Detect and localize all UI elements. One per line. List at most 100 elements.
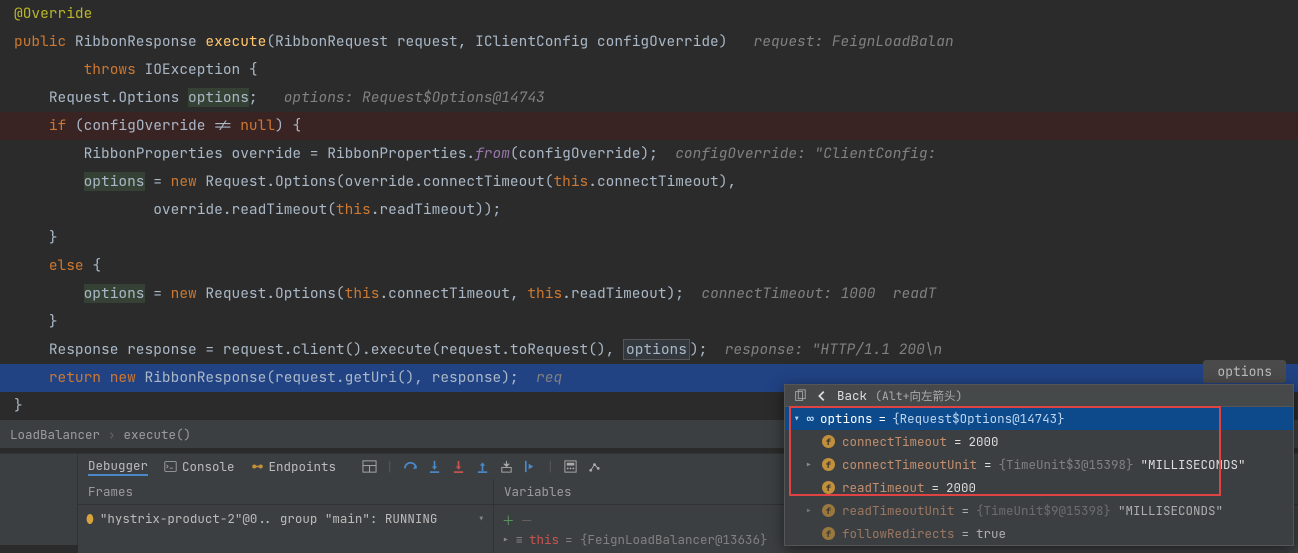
type-request-options: Request.Options — [49, 88, 180, 107]
kw-throws: throws — [84, 60, 136, 79]
step-out-icon[interactable] — [475, 459, 490, 474]
breadcrumb-item[interactable]: LoadBalancer — [10, 426, 100, 443]
cond-close: ) { — [275, 116, 301, 135]
var-options: options — [84, 172, 145, 191]
infinity-icon: ∞ — [807, 410, 815, 427]
popup-row[interactable]: ▸f connectTimeoutUnit= {TimeUnit$3@15398… — [785, 453, 1293, 476]
frames-header: Frames — [78, 479, 493, 505]
drop-frame-icon[interactable] — [499, 459, 514, 474]
popup-row[interactable]: f followRedirects=true — [785, 522, 1293, 545]
force-step-into-icon[interactable] — [451, 459, 466, 474]
inline-hint-connecttimeout: connectTimeout: 1000 readT — [701, 284, 936, 303]
field-icon: f — [822, 481, 835, 494]
line6b: Request.Options(override.connectTimeout( — [197, 172, 554, 191]
console-icon — [164, 460, 177, 473]
brace-close: } — [14, 396, 23, 415]
var-options: options — [84, 284, 145, 303]
step-over-icon[interactable] — [403, 459, 418, 474]
breadcrumb-sep: › — [108, 426, 116, 443]
brace-close: } — [49, 312, 58, 331]
endpoints-icon — [251, 460, 264, 473]
kw-if: if — [49, 116, 66, 135]
remove-watch-icon[interactable]: － — [521, 510, 534, 529]
method-from: from — [475, 144, 510, 163]
semi: ; — [249, 88, 258, 107]
popup-row[interactable]: f readTimeout=2000 — [785, 476, 1293, 499]
line12b: ); — [690, 340, 707, 359]
line6c: .connectTimeout), — [588, 172, 736, 191]
thread-icon: ⬮ — [86, 510, 94, 527]
step-into-icon[interactable] — [427, 459, 442, 474]
inline-hint-options: options: Request$Options@14743 — [284, 88, 545, 107]
frame-row[interactable]: ⬮ "hystrix-product-2"@0.. group "main": … — [86, 509, 485, 528]
add-watch-icon[interactable]: ＋ — [502, 510, 515, 529]
kw-return: return — [49, 368, 101, 387]
kw-new: new — [171, 172, 197, 191]
kw-null: null — [240, 116, 275, 135]
type-ioexception: IOException — [145, 60, 241, 79]
frame-text: "hystrix-product-2"@0.. group "main": RU… — [100, 510, 438, 527]
line10d: .readTimeout); — [562, 284, 684, 303]
trace-icon[interactable] — [587, 459, 602, 474]
line7a: override.readTimeout( — [153, 200, 336, 219]
kw-this: this — [345, 284, 380, 303]
var-options: options — [188, 88, 249, 107]
popup-header[interactable]: ▾ ∞ options = {Request$Options@14743} — [785, 407, 1293, 430]
tab-debugger[interactable]: Debugger — [88, 457, 148, 476]
line5b: (configOverride); — [510, 144, 658, 163]
cond: (configOverride != — [75, 116, 240, 135]
kw-else: else — [49, 256, 84, 275]
line12a: Response response = request.client().exe… — [49, 340, 623, 359]
evaluate-icon[interactable] — [563, 459, 578, 474]
eq: = — [145, 172, 171, 191]
breadcrumb-item[interactable]: execute() — [124, 426, 192, 443]
field-icon: f — [822, 527, 835, 540]
back-arrow-icon[interactable] — [815, 389, 829, 403]
kw-this: this — [553, 172, 588, 191]
line10c: .connectTimeout, — [379, 284, 527, 303]
inline-hint-request: request: FeignLoadBalan — [754, 32, 954, 51]
var-options-boxed: options — [623, 339, 690, 360]
back-label: Back — [837, 387, 867, 404]
tab-console[interactable]: Console — [164, 458, 235, 475]
run-to-cursor-icon[interactable] — [523, 459, 538, 474]
debug-gutter — [0, 454, 78, 545]
layout-icon[interactable] — [362, 459, 377, 474]
var-this-val: = {FeignLoadBalancer@13636} — [565, 531, 768, 548]
field-icon: f — [822, 458, 835, 471]
brace: { — [249, 60, 258, 79]
tab-endpoints[interactable]: Endpoints — [251, 458, 337, 475]
right-floating-label[interactable]: options — [1203, 360, 1286, 383]
evaluate-popup[interactable]: Back (Alt+向左箭头) ▾ ∞ options = {Request$O… — [784, 384, 1294, 546]
kw-this: this — [527, 284, 562, 303]
popup-var-name: options — [820, 410, 873, 427]
popup-back-row[interactable]: Back (Alt+向左箭头) — [785, 385, 1293, 407]
popup-body: f connectTimeout=2000 ▸f connectTimeoutU… — [785, 430, 1293, 545]
inline-hint-req: req — [536, 368, 562, 387]
back-shortcut: (Alt+向左箭头) — [875, 388, 962, 404]
method-sig: (RibbonRequest request, IClientConfig co… — [266, 32, 727, 51]
line10b: Request.Options( — [197, 284, 345, 303]
line7b: .readTimeout)); — [371, 200, 502, 219]
line13b: RibbonResponse(request.getUri(), respons… — [136, 368, 519, 387]
annotation-override: @Override — [14, 4, 92, 23]
field-icon: f — [822, 504, 835, 517]
eq: = — [145, 284, 171, 303]
method-execute: execute — [205, 32, 266, 51]
type-ribbonresponse: RibbonResponse — [75, 32, 197, 51]
line5a: RibbonProperties override = RibbonProper… — [84, 144, 476, 163]
inline-hint-configoverride: configOverride: "ClientConfig: — [675, 144, 936, 163]
kw-this: this — [336, 200, 371, 219]
var-this: this — [529, 531, 559, 548]
copy-icon[interactable] — [793, 389, 807, 403]
field-icon: f — [822, 435, 835, 448]
kw-new: new — [171, 284, 197, 303]
inline-hint-response: response: "HTTP/1.1 200\n — [725, 340, 943, 359]
kw-public: public — [14, 32, 66, 51]
popup-row[interactable]: f connectTimeout=2000 — [785, 430, 1293, 453]
brace-close: } — [49, 228, 58, 247]
code-editor[interactable]: @Override public RibbonResponse execute(… — [0, 0, 1298, 420]
popup-row[interactable]: ▸f readTimeoutUnit= {TimeUnit$9@15398} "… — [785, 499, 1293, 522]
brace: { — [92, 256, 101, 275]
kw-new: new — [110, 368, 136, 387]
